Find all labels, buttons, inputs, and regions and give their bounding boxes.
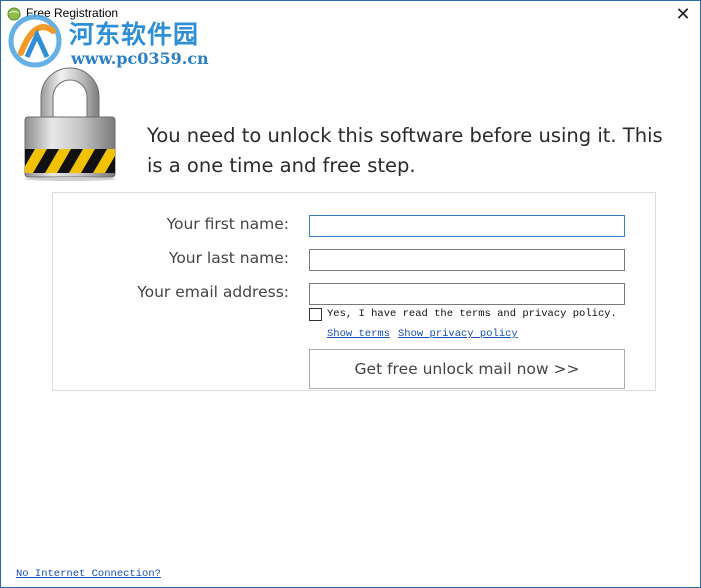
show-terms-link[interactable]: Show terms: [327, 328, 390, 340]
last-name-label: Your last name:: [168, 249, 289, 267]
watermark: 河东软件园 www.pc0359.cn: [5, 11, 225, 71]
first-name-label: Your first name:: [166, 215, 289, 233]
registration-window: Free Registration ✕ 河东软件园 www.pc0359.cn: [0, 0, 701, 588]
close-button[interactable]: ✕: [666, 1, 700, 27]
show-privacy-policy-link[interactable]: Show privacy policy: [398, 328, 518, 340]
email-label: Your email address:: [137, 283, 289, 301]
close-icon: ✕: [675, 3, 691, 24]
headline-message: You need to unlock this software before …: [147, 124, 663, 177]
agree-terms-label[interactable]: Yes, I have read the terms and privacy p…: [327, 308, 617, 320]
padlock-icon: [24, 67, 116, 181]
last-name-input[interactable]: [309, 249, 625, 271]
get-unlock-mail-button[interactable]: Get free unlock mail now >>: [309, 349, 625, 389]
no-internet-connection-link[interactable]: No Internet Connection?: [16, 568, 161, 580]
watermark-site-name: 河东软件园: [69, 20, 200, 49]
first-name-input[interactable]: [309, 215, 625, 237]
watermark-logo-icon: [8, 14, 62, 68]
agree-terms-checkbox[interactable]: [309, 308, 322, 321]
email-input[interactable]: [309, 283, 625, 305]
